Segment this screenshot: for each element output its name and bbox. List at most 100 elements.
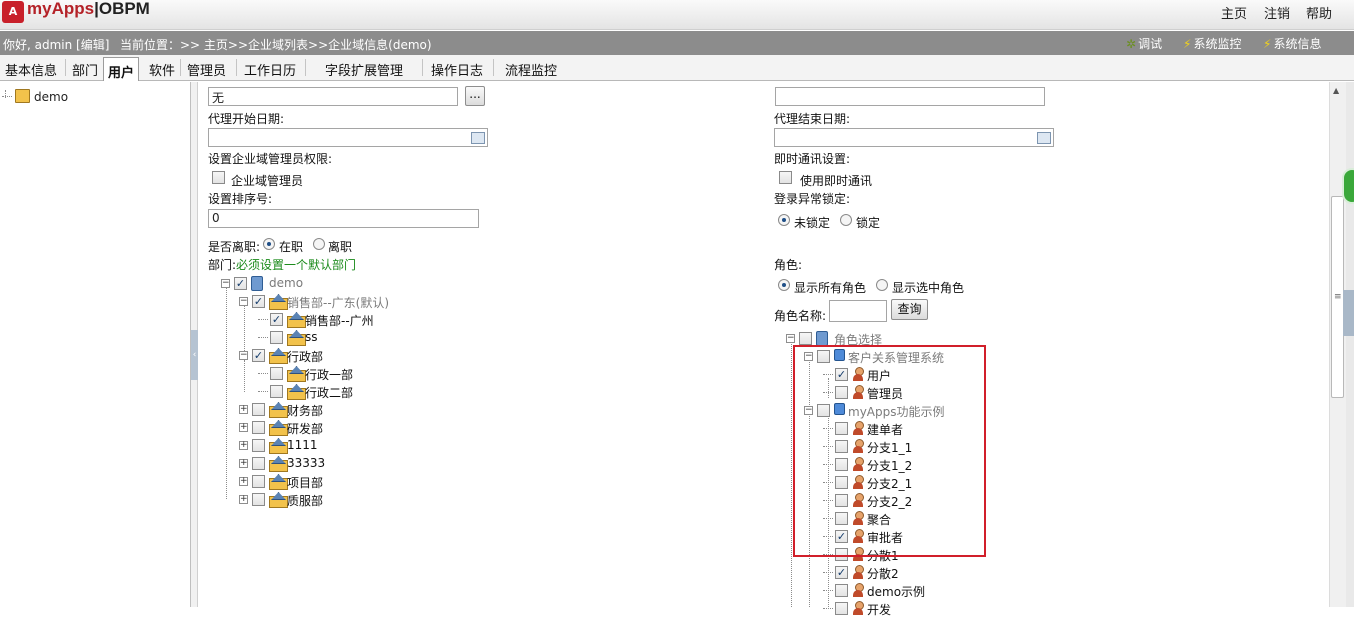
tab-admin[interactable]: 管理员 bbox=[187, 60, 226, 79]
tree-item-label[interactable]: 项目部 bbox=[287, 474, 323, 491]
tree-checkbox[interactable] bbox=[270, 331, 283, 344]
tab-work-calendar[interactable]: 工作日历 bbox=[244, 60, 296, 79]
domain-admin-checkbox[interactable] bbox=[212, 171, 225, 184]
tree-item-label[interactable]: 33333 bbox=[287, 456, 325, 470]
tree-item-label[interactable]: 1111 bbox=[287, 438, 318, 452]
tab-operation-log[interactable]: 操作日志 bbox=[431, 60, 483, 79]
tree-checkbox[interactable]: ✓ bbox=[252, 349, 265, 362]
superior-field[interactable]: 无 bbox=[208, 87, 458, 106]
tree-item-label[interactable]: ss bbox=[305, 330, 318, 344]
tree-checkbox[interactable] bbox=[835, 602, 848, 615]
tab-flow-monitor[interactable]: 流程监控 bbox=[505, 60, 557, 79]
tree-checkbox[interactable] bbox=[252, 493, 265, 506]
department-icon bbox=[269, 348, 288, 364]
expand-toggle-icon[interactable]: + bbox=[239, 423, 248, 432]
tab-field-extension[interactable]: 字段扩展管理 bbox=[325, 60, 403, 79]
employed-radio[interactable] bbox=[263, 238, 275, 250]
tree-item-label[interactable]: demo bbox=[269, 276, 303, 290]
tree-item-label[interactable]: 开发 bbox=[867, 601, 891, 618]
tree-checkbox[interactable] bbox=[270, 385, 283, 398]
im-label: 即时通讯设置: bbox=[774, 152, 851, 166]
greeting-text[interactable]: 你好, admin [编辑] bbox=[3, 36, 109, 53]
proxy-end-date-input[interactable] bbox=[774, 128, 1054, 147]
folder-icon bbox=[15, 89, 30, 103]
tree-checkbox[interactable]: ✓ bbox=[270, 313, 283, 326]
order-input[interactable]: 0 bbox=[208, 209, 479, 228]
role-person-icon bbox=[852, 583, 864, 597]
collapse-handle[interactable]: ‹ bbox=[191, 330, 198, 380]
tree-connector bbox=[823, 590, 833, 591]
tree-connector bbox=[258, 337, 268, 338]
calendar-icon[interactable] bbox=[471, 132, 485, 144]
tree-checkbox[interactable] bbox=[252, 403, 265, 416]
tree-item-label[interactable]: 行政二部 bbox=[305, 384, 353, 401]
im-checkbox[interactable] bbox=[779, 171, 792, 184]
department-icon bbox=[269, 438, 288, 454]
expand-toggle-icon[interactable]: − bbox=[221, 279, 230, 288]
expand-toggle-icon[interactable]: − bbox=[786, 334, 795, 343]
tree-checkbox[interactable] bbox=[252, 475, 265, 488]
calendar-icon[interactable] bbox=[1037, 132, 1051, 144]
tab-divider bbox=[180, 59, 181, 76]
tree-item-label[interactable]: 财务部 bbox=[287, 402, 323, 419]
left-tree-root[interactable]: demo bbox=[34, 90, 68, 104]
tree-checkbox[interactable] bbox=[252, 421, 265, 434]
tree-item-label[interactable]: demo示例 bbox=[867, 583, 925, 600]
tab-user[interactable]: 用户 bbox=[103, 57, 140, 81]
resigned-radio[interactable] bbox=[313, 238, 325, 250]
scroll-up-arrow[interactable]: ▲ bbox=[1333, 86, 1339, 95]
tree-item-label[interactable]: 研发部 bbox=[287, 420, 323, 437]
tree-item-label[interactable]: 销售部--广东(默认) bbox=[287, 294, 389, 311]
department-icon bbox=[287, 330, 306, 346]
expand-toggle-icon[interactable]: + bbox=[239, 459, 248, 468]
tree-item-label[interactable]: 分散2 bbox=[867, 565, 899, 582]
help-link[interactable]: 帮助 bbox=[1306, 3, 1332, 22]
department-hint: 必须设置一个默认部门 bbox=[236, 258, 357, 272]
tree-item-label[interactable]: 行政一部 bbox=[305, 366, 353, 383]
system-info-link[interactable]: ⚡ 系统信息 bbox=[1263, 35, 1321, 52]
expand-toggle-icon[interactable]: + bbox=[239, 495, 248, 504]
tab-divider bbox=[65, 59, 66, 76]
system-monitor-link[interactable]: ⚡ 系统监控 bbox=[1183, 35, 1241, 52]
order-label: 设置排序号: bbox=[208, 192, 273, 206]
tree-item-label[interactable]: 行政部 bbox=[287, 348, 323, 365]
expand-toggle-icon[interactable]: − bbox=[239, 351, 248, 360]
tree-item-label[interactable]: 销售部--广州 bbox=[305, 312, 374, 329]
app-logo-icon: A bbox=[2, 1, 24, 23]
breadcrumb[interactable]: 当前位置：>> 主页>>企业域列表>>企业域信息(demo) bbox=[120, 36, 432, 53]
show-selected-roles-radio[interactable] bbox=[876, 279, 888, 291]
query-button[interactable]: 查询 bbox=[891, 299, 928, 320]
expand-toggle-icon[interactable]: − bbox=[239, 297, 248, 306]
department-icon bbox=[269, 420, 288, 436]
tree-item-label[interactable]: 质服部 bbox=[287, 492, 323, 509]
extra-field[interactable] bbox=[775, 87, 1045, 106]
tree-checkbox[interactable]: ✓ bbox=[234, 277, 247, 290]
locked-radio[interactable] bbox=[840, 214, 852, 226]
tree-checkbox[interactable] bbox=[270, 367, 283, 380]
proxy-start-date-input[interactable] bbox=[208, 128, 488, 147]
expand-toggle-icon[interactable]: + bbox=[239, 441, 248, 450]
tree-connector bbox=[5, 90, 6, 98]
tree-checkbox[interactable]: ✓ bbox=[835, 566, 848, 579]
tab-divider bbox=[493, 59, 494, 76]
tree-checkbox[interactable] bbox=[252, 439, 265, 452]
tree-checkbox[interactable]: ✓ bbox=[252, 295, 265, 308]
side-collapse-tab[interactable] bbox=[1343, 290, 1354, 336]
department-icon bbox=[287, 312, 306, 328]
tab-software[interactable]: 软件 bbox=[149, 60, 175, 79]
tab-department[interactable]: 部门 bbox=[72, 60, 98, 79]
home-link[interactable]: 主页 bbox=[1221, 3, 1247, 22]
role-name-input[interactable] bbox=[829, 300, 887, 322]
tree-checkbox[interactable] bbox=[252, 457, 265, 470]
show-all-roles-radio[interactable] bbox=[778, 279, 790, 291]
tree-checkbox[interactable] bbox=[799, 332, 812, 345]
tree-checkbox[interactable] bbox=[835, 584, 848, 597]
browse-button[interactable]: ... bbox=[465, 86, 485, 106]
debug-link[interactable]: ✲ 调试 bbox=[1126, 35, 1162, 52]
unlocked-radio[interactable] bbox=[778, 214, 790, 226]
tab-basic-info[interactable]: 基本信息 bbox=[5, 60, 57, 79]
expand-toggle-icon[interactable]: + bbox=[239, 405, 248, 414]
logout-link[interactable]: 注销 bbox=[1264, 3, 1290, 22]
float-widget[interactable] bbox=[1342, 168, 1354, 204]
expand-toggle-icon[interactable]: + bbox=[239, 477, 248, 486]
